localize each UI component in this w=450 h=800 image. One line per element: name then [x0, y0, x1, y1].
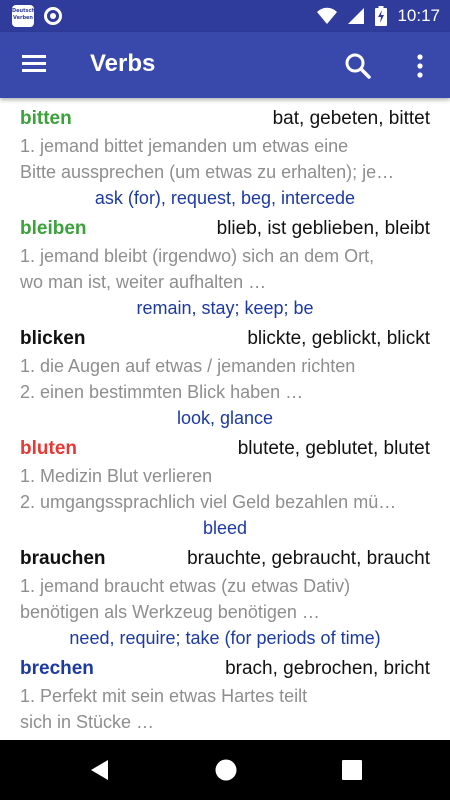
list-item[interactable]: bleiben blieb, ist geblieben, bleibt 1. … [0, 208, 450, 318]
definition-line: 2. umgangssprachlich viel Geld bezahlen … [20, 492, 397, 512]
verb-forms: blickte, geblickt, blickt [247, 328, 430, 349]
translation: remain, stay; keep; be [136, 298, 314, 318]
list-item[interactable]: bitten bat, gebeten, bittet 1. jemand bi… [0, 98, 450, 208]
verb-forms: brauchte, gebraucht, braucht [187, 548, 430, 569]
status-bar: Deutsche Verben 10:17 [0, 0, 450, 32]
translation: ask (for), request, beg, intercede [94, 188, 356, 208]
definition-line: 1. jemand braucht etwas (zu etwas Dativ) [20, 576, 351, 596]
list-item[interactable]: blicken blickte, geblickt, blickt 1. die… [0, 318, 450, 428]
definition-line: 1. Perfekt mit sein etwas Hartes teilt [20, 686, 308, 706]
list-item[interactable]: brauchen brauchte, gebraucht, braucht 1.… [0, 538, 450, 648]
definition-line: 1. die Augen auf etwas / jemanden richte… [20, 356, 356, 376]
app-notification-icon: Deutsche Verben [12, 5, 38, 27]
search-icon[interactable] [343, 51, 373, 81]
verb-forms: blutete, geblutet, blutet [237, 438, 430, 459]
list-item[interactable]: brechen brach, gebrochen, bricht 1. Perf… [0, 648, 450, 740]
definition-line: 2. einen bestimmten Blick haben … [20, 382, 304, 402]
wifi-icon [317, 7, 338, 24]
verb-forms: bat, gebeten, bittet [272, 108, 430, 129]
list-item[interactable]: bluten blutete, geblutet, blutet 1. Medi… [0, 428, 450, 538]
verb-infinitive: bleiben [20, 218, 87, 239]
verb-infinitive: brechen [20, 658, 94, 679]
hamburger-menu-icon[interactable] [20, 52, 50, 78]
verb-infinitive: brauchen [20, 548, 106, 569]
definition-line: 1. Medizin Blut verlieren [20, 466, 213, 486]
back-triangle-icon[interactable] [88, 758, 112, 782]
verb-list[interactable]: bitten bat, gebeten, bittet 1. jemand bi… [0, 98, 450, 740]
definition-line: sich in Stücke … [20, 712, 155, 732]
system-nav-bar [0, 740, 450, 800]
translation: bleed [202, 518, 248, 538]
translation: look, glance [176, 408, 274, 428]
definition-line: Bitte aussprechen (um etwas zu erhalten)… [20, 162, 395, 182]
definition-line: 1. jemand bleibt (irgendwo) sich an dem … [20, 246, 375, 266]
status-indicators: 10:17 [317, 0, 440, 32]
definition-line: 1. jemand bittet jemanden um etwas eine [20, 136, 349, 156]
verb-infinitive: bluten [20, 438, 77, 459]
battery-charging-icon [375, 6, 388, 26]
definition-line: benötigen als Werkzeug benötigen … [20, 602, 320, 622]
signal-icon [348, 8, 365, 24]
page-title: Verbs [90, 50, 156, 77]
home-circle-icon[interactable] [214, 758, 238, 782]
more-vert-icon[interactable] [405, 51, 435, 81]
translation: need, require; take (for periods of time… [69, 628, 381, 648]
verb-forms: blieb, ist geblieben, bleibt [216, 218, 430, 239]
recents-square-icon[interactable] [340, 758, 364, 782]
sync-circle-icon [44, 7, 62, 25]
verb-infinitive: blicken [20, 328, 86, 349]
verb-forms: brach, gebrochen, bricht [225, 658, 430, 679]
verb-infinitive: bitten [20, 108, 72, 129]
clock: 10:17 [397, 6, 440, 25]
definition-line: wo man ist, weiter aufhalten … [20, 272, 267, 292]
app-bar: Verbs [0, 32, 450, 98]
